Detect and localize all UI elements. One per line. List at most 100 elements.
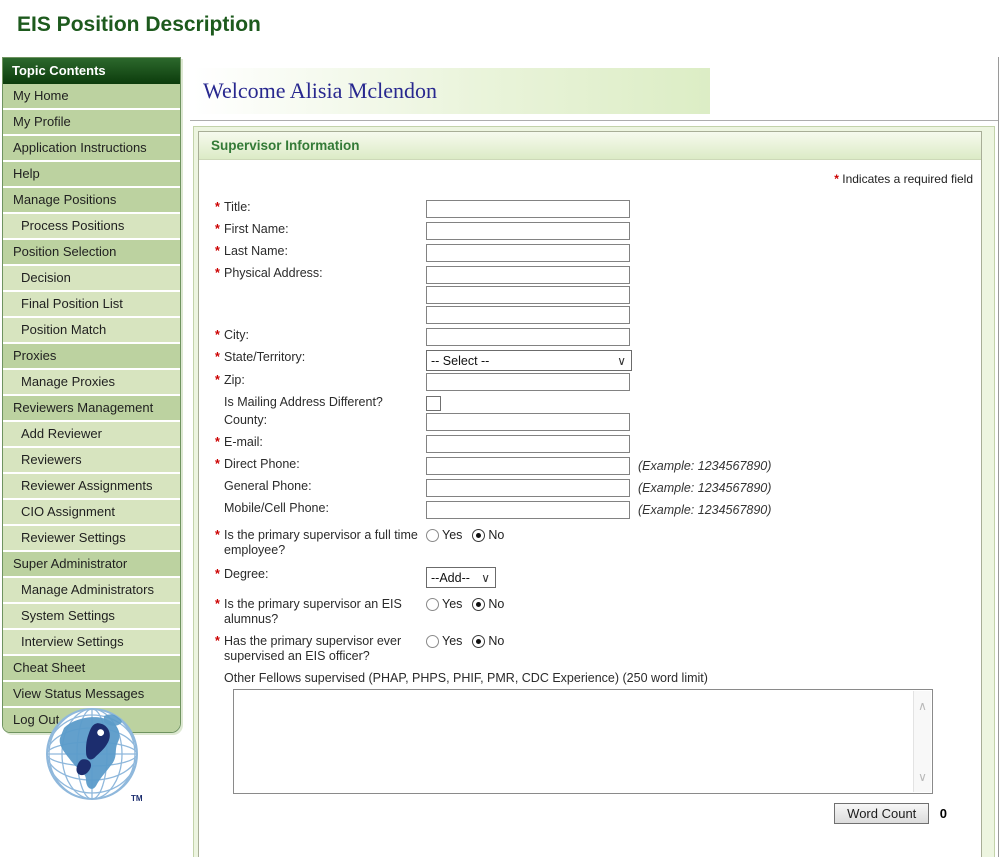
field-label: State/Territory: — [224, 350, 305, 371]
field-control — [426, 413, 630, 433]
sidebar-item-super-administrator[interactable]: Super Administrator — [3, 552, 180, 578]
other-fellows-textarea[interactable]: ∧ ∨ — [233, 689, 933, 794]
sidebar-item-reviewers-management[interactable]: Reviewers Management — [3, 396, 180, 422]
sidebar-item-add-reviewer[interactable]: Add Reviewer — [3, 422, 180, 448]
main-content: Welcome Alisia Mclendon Supervisor Infor… — [190, 57, 999, 857]
field-label: City: — [224, 328, 249, 348]
sidebar-item-application-instructions[interactable]: Application Instructions — [3, 136, 180, 162]
radio-label: No — [488, 597, 504, 611]
sidebar-item-help[interactable]: Help — [3, 162, 180, 188]
is-the-primary-supervisor-an-e-radio-yes[interactable] — [426, 598, 439, 611]
field-label-cell: *Degree: — [215, 567, 426, 588]
title-input[interactable] — [426, 200, 630, 218]
sidebar-item-final-position-list[interactable]: Final Position List — [3, 292, 180, 318]
sidebar-item-system-settings[interactable]: System Settings — [3, 604, 180, 630]
physical-address-input-1[interactable] — [426, 266, 630, 284]
field-label: Last Name: — [224, 244, 288, 264]
field-label-cell: Mobile/Cell Phone: — [215, 501, 426, 521]
sidebar: Topic Contents My HomeMy ProfileApplicat… — [2, 57, 181, 733]
sidebar-item-process-positions[interactable]: Process Positions — [3, 214, 180, 240]
form-row: *City: — [215, 328, 973, 348]
form-rows: *Title:*First Name:*Last Name:*Physical … — [215, 200, 973, 664]
radio-label: No — [488, 634, 504, 648]
direct-phone-input[interactable] — [426, 457, 630, 475]
chevron-down-icon: ∨ — [481, 571, 495, 585]
sidebar-item-reviewers[interactable]: Reviewers — [3, 448, 180, 474]
sidebar-item-manage-administrators[interactable]: Manage Administrators — [3, 578, 180, 604]
is-the-primary-supervisor-a-fu-radio-yes[interactable] — [426, 529, 439, 542]
sidebar-item-position-match[interactable]: Position Match — [3, 318, 180, 344]
is-the-primary-supervisor-an-e-radio-no[interactable] — [472, 598, 485, 611]
eis-globe-logo: TM — [34, 700, 154, 815]
form-row: *Physical Address: — [215, 266, 973, 326]
sidebar-items: My HomeMy ProfileApplication Instruction… — [3, 84, 180, 732]
required-asterisk: * — [215, 528, 224, 558]
sidebar-item-my-profile[interactable]: My Profile — [3, 110, 180, 136]
required-asterisk: * — [215, 222, 224, 242]
sidebar-item-manage-positions[interactable]: Manage Positions — [3, 188, 180, 214]
field-label-cell: *Is the primary supervisor a full time e… — [215, 528, 426, 558]
mobile-cell-phone-input[interactable] — [426, 501, 630, 519]
other-fellows-label: Other Fellows supervised (PHAP, PHPS, PH… — [224, 671, 973, 685]
field-label: Mobile/Cell Phone: — [224, 501, 329, 521]
field-control: --Add--∨ — [426, 567, 496, 588]
sidebar-item-reviewer-settings[interactable]: Reviewer Settings — [3, 526, 180, 552]
page-title: EIS Position Description — [17, 13, 261, 37]
physical-address-input-3[interactable] — [426, 306, 630, 324]
field-label: Zip: — [224, 373, 245, 393]
welcome-banner: Welcome Alisia Mclendon — [193, 68, 710, 114]
field-label: General Phone: — [224, 479, 312, 499]
required-note-text: Indicates a required field — [842, 172, 973, 186]
sidebar-item-manage-proxies[interactable]: Manage Proxies — [3, 370, 180, 396]
field-label-cell: County: — [215, 413, 426, 433]
required-asterisk: * — [215, 373, 224, 393]
field-label-cell: *First Name: — [215, 222, 426, 242]
has-the-primary-supervisor-eve-radio-yes[interactable] — [426, 635, 439, 648]
scroll-up-icon[interactable]: ∧ — [918, 701, 927, 711]
is-mailing-address-different-checkbox[interactable] — [426, 396, 441, 411]
field-label-cell: *Has the primary supervisor ever supervi… — [215, 634, 426, 664]
form-row: Mobile/Cell Phone:(Example: 1234567890) — [215, 501, 973, 521]
welcome-text: Welcome Alisia Mclendon — [193, 78, 437, 104]
radio-label: Yes — [442, 634, 462, 648]
degree-select[interactable]: --Add--∨ — [426, 567, 496, 588]
scroll-down-icon[interactable]: ∨ — [918, 772, 927, 782]
form-row: *Degree:--Add--∨ — [215, 567, 973, 588]
zip-input[interactable] — [426, 373, 630, 391]
field-label-cell: *Physical Address: — [215, 266, 426, 326]
form-row: *Zip: — [215, 373, 973, 393]
e-mail-input[interactable] — [426, 435, 630, 453]
form-row: General Phone:(Example: 1234567890) — [215, 479, 973, 499]
physical-address-input-2[interactable] — [426, 286, 630, 304]
sidebar-item-cheat-sheet[interactable]: Cheat Sheet — [3, 656, 180, 682]
form-row: *Has the primary supervisor ever supervi… — [215, 634, 973, 664]
state-territory-select[interactable]: -- Select --∨ — [426, 350, 632, 371]
sidebar-item-interview-settings[interactable]: Interview Settings — [3, 630, 180, 656]
county-input[interactable] — [426, 413, 630, 431]
field-label-cell: *E-mail: — [215, 435, 426, 455]
is-the-primary-supervisor-a-fu-radio-no[interactable] — [472, 529, 485, 542]
last-name-input[interactable] — [426, 244, 630, 262]
sidebar-item-cio-assignment[interactable]: CIO Assignment — [3, 500, 180, 526]
field-control — [426, 244, 630, 264]
sidebar-item-decision[interactable]: Decision — [3, 266, 180, 292]
general-phone-input[interactable] — [426, 479, 630, 497]
form-row: County: — [215, 413, 973, 433]
field-control — [426, 395, 441, 411]
sidebar-item-position-selection[interactable]: Position Selection — [3, 240, 180, 266]
sidebar-item-reviewer-assignments[interactable]: Reviewer Assignments — [3, 474, 180, 500]
sidebar-item-my-home[interactable]: My Home — [3, 84, 180, 110]
first-name-input[interactable] — [426, 222, 630, 240]
has-the-primary-supervisor-eve-radio-no[interactable] — [472, 635, 485, 648]
panel-body: * Indicates a required field *Title:*Fir… — [199, 160, 981, 857]
textarea-scrollbar[interactable]: ∧ ∨ — [913, 691, 931, 792]
city-input[interactable] — [426, 328, 630, 346]
word-count-button[interactable]: Word Count — [834, 803, 929, 824]
sidebar-item-proxies[interactable]: Proxies — [3, 344, 180, 370]
field-control — [426, 435, 630, 455]
sidebar-header: Topic Contents — [3, 58, 180, 84]
radio-label: No — [488, 528, 504, 542]
field-label-cell: *Last Name: — [215, 244, 426, 264]
required-asterisk: * — [215, 567, 224, 588]
field-label: Physical Address: — [224, 266, 323, 326]
